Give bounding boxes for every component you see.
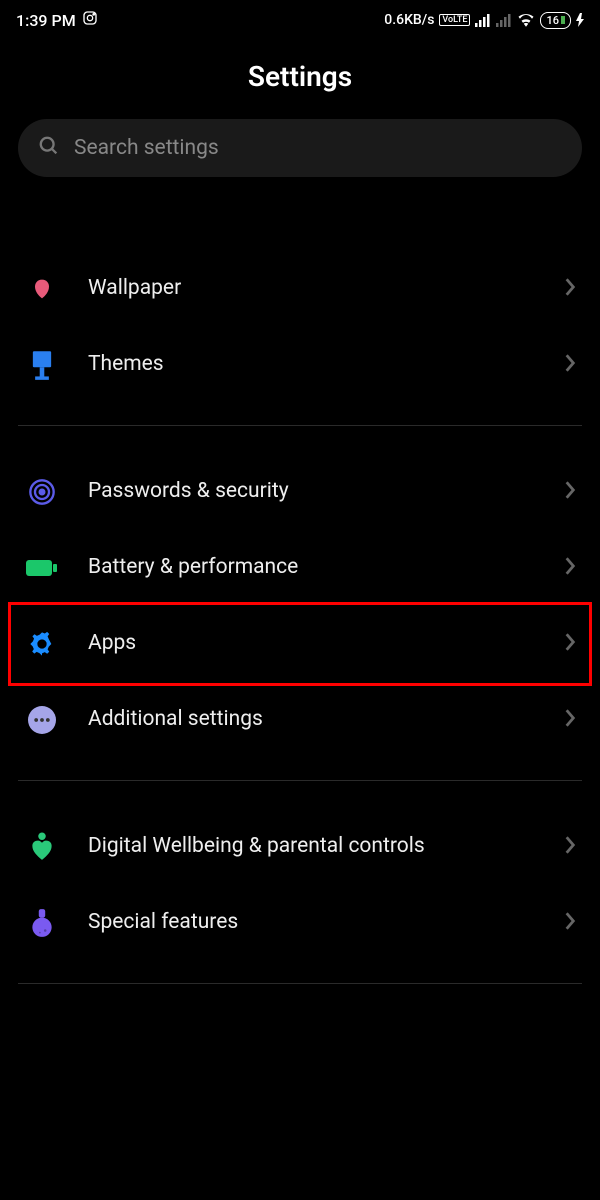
settings-row-battery-performance[interactable]: Battery & performance xyxy=(0,530,600,606)
settings-row-wallpaper[interactable]: Wallpaper xyxy=(0,251,600,327)
settings-row-special-features[interactable]: Special features xyxy=(0,885,600,961)
chevron-right-icon xyxy=(564,353,576,377)
chevron-right-icon xyxy=(564,480,576,504)
section-divider xyxy=(18,780,582,781)
signal-icon xyxy=(475,13,491,27)
signal2-icon xyxy=(496,13,512,27)
battery-icon-status: 16 xyxy=(540,12,571,29)
chevron-right-icon xyxy=(564,911,576,935)
flask-icon xyxy=(24,905,60,941)
status-bar: 1:39 PM 0.6KB/s VoLTE 16 xyxy=(0,0,600,40)
settings-row-digital-wellbeing[interactable]: Digital Wellbeing & parental controls xyxy=(0,809,600,885)
dots-icon xyxy=(24,702,60,738)
gear-icon xyxy=(24,626,60,662)
volte-icon: VoLTE xyxy=(439,14,470,26)
page-title: Settings xyxy=(0,60,600,93)
settings-row-passwords-security[interactable]: Passwords & security xyxy=(0,454,600,530)
chevron-right-icon xyxy=(564,277,576,301)
chevron-right-icon xyxy=(564,556,576,580)
heart-icon xyxy=(24,829,60,865)
search-icon xyxy=(38,135,60,161)
wallpaper-icon xyxy=(24,271,60,307)
settings-row-label: Apps xyxy=(88,630,536,657)
settings-group: Wallpaper Themes xyxy=(0,251,600,403)
battery-icon xyxy=(24,550,60,586)
section-divider xyxy=(18,425,582,426)
settings-row-themes[interactable]: Themes xyxy=(0,327,600,403)
settings-row-label: Battery & performance xyxy=(88,554,536,581)
fingerprint-icon xyxy=(24,474,60,510)
status-time: 1:39 PM xyxy=(16,11,76,30)
search-input[interactable]: Search settings xyxy=(18,119,582,177)
chevron-right-icon xyxy=(564,835,576,859)
section-divider xyxy=(18,983,582,984)
settings-row-label: Digital Wellbeing & parental controls xyxy=(88,833,536,860)
settings-row-additional-settings[interactable]: Additional settings xyxy=(0,682,600,758)
status-data-rate: 0.6KB/s xyxy=(384,12,434,28)
charging-icon xyxy=(576,13,584,27)
wifi-icon xyxy=(517,13,535,27)
chevron-right-icon xyxy=(564,708,576,732)
settings-group: Passwords & security Battery & performan… xyxy=(0,454,600,758)
instagram-icon xyxy=(82,10,98,30)
chevron-right-icon xyxy=(564,632,576,656)
settings-row-label: Wallpaper xyxy=(88,275,536,302)
settings-row-apps[interactable]: Apps xyxy=(0,606,600,682)
settings-row-label: Special features xyxy=(88,909,536,936)
settings-row-label: Passwords & security xyxy=(88,478,536,505)
search-placeholder: Search settings xyxy=(74,136,219,160)
settings-row-label: Themes xyxy=(88,351,536,378)
settings-row-label: Additional settings xyxy=(88,706,536,733)
themes-icon xyxy=(24,347,60,383)
settings-group: Digital Wellbeing & parental controls Sp… xyxy=(0,809,600,961)
